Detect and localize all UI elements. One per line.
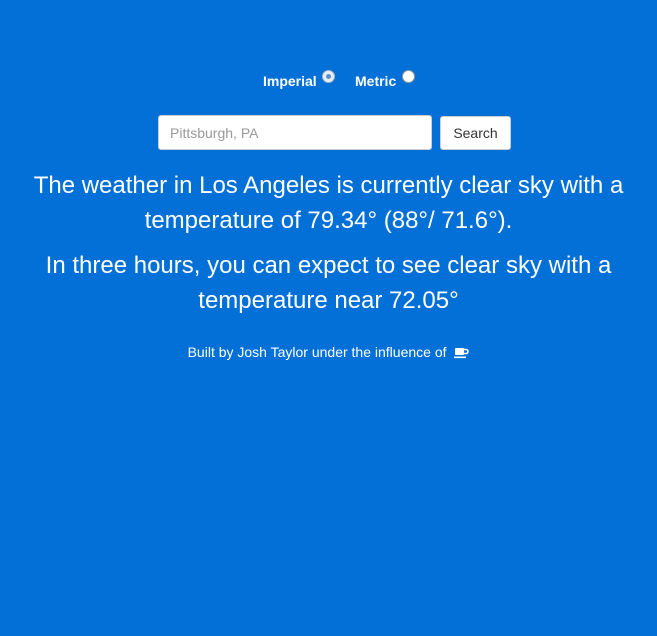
- imperial-label[interactable]: Imperial: [263, 73, 317, 89]
- imperial-radio[interactable]: [322, 70, 335, 83]
- forecast-weather-text: In three hours, you can expect to see cl…: [0, 248, 657, 318]
- footer-credit-text: Built by Josh Taylor under the influence…: [187, 344, 447, 360]
- current-weather-text: The weather in Los Angeles is currently …: [0, 168, 657, 238]
- location-search-input[interactable]: [158, 115, 432, 150]
- metric-radio[interactable]: [402, 70, 415, 83]
- forecast-weather-line-2: temperature near 72.05°: [198, 287, 459, 314]
- search-button[interactable]: Search: [440, 116, 511, 150]
- forecast-weather-line-1: In three hours, you can expect to see cl…: [45, 252, 612, 279]
- coffee-icon[interactable]: [454, 346, 470, 362]
- current-weather-line-1: The weather in Los Angeles is currently …: [33, 172, 624, 199]
- current-weather-line-2: temperature of 79.34° (88°/ 71.6°).: [144, 207, 513, 234]
- unit-selector: Imperial Metric: [0, 70, 657, 90]
- footer: Built by Josh Taylor under the influence…: [0, 344, 657, 362]
- metric-label[interactable]: Metric: [355, 73, 396, 89]
